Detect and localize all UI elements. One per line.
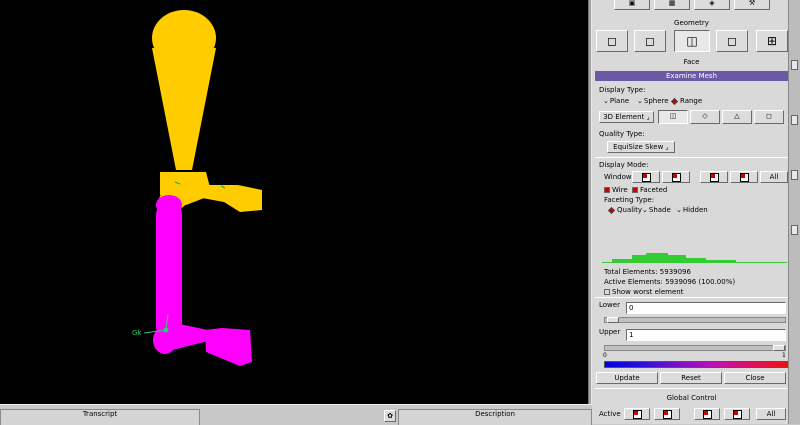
- faceted-checkbox[interactable]: Faceted: [632, 186, 667, 194]
- upper-input[interactable]: 1: [626, 329, 786, 341]
- element-type-select[interactable]: 3D Element ⌟: [599, 111, 654, 123]
- display-type-range[interactable]: Range: [670, 97, 702, 105]
- radio-selected-icon: [670, 97, 679, 105]
- description-panel-title[interactable]: Description: [398, 409, 592, 425]
- lower-part-mesh: [153, 195, 252, 366]
- wire-checkbox[interactable]: Wire: [604, 186, 628, 194]
- close-button[interactable]: Close: [724, 372, 786, 384]
- display-type-plane[interactable]: ⌄Plane: [603, 97, 629, 105]
- panel-scrollbar[interactable]: [788, 0, 800, 424]
- active-label: Active: [599, 410, 621, 418]
- reset-button[interactable]: Reset: [660, 372, 722, 384]
- tools-icon[interactable]: ⚒: [734, 0, 770, 10]
- quality-color-scale: [604, 361, 788, 368]
- face-header: Face: [683, 58, 700, 66]
- transcript-panel-title[interactable]: Transcript: [0, 409, 200, 425]
- lower-slider[interactable]: [604, 317, 786, 323]
- global-window-1-button[interactable]: [624, 408, 650, 420]
- bottom-bar: Transcript ✿ Description: [0, 404, 592, 425]
- mesh-tool-icon[interactable]: ▣: [614, 0, 650, 10]
- scroll-marker[interactable]: [791, 170, 798, 180]
- wedge-element-icon[interactable]: ◻: [754, 110, 784, 124]
- global-window-3-button[interactable]: [694, 408, 720, 420]
- volume-cube-icon[interactable]: ◻: [716, 30, 748, 52]
- checkbox-checked-icon: [632, 187, 638, 193]
- lower-label: Lower: [599, 301, 620, 309]
- window-3-button[interactable]: [700, 171, 728, 183]
- slider-thumb[interactable]: [607, 317, 619, 323]
- checkbox-checked-icon: [604, 187, 610, 193]
- scale-min-label: 0: [603, 352, 607, 359]
- radio-selected-icon: [607, 206, 616, 214]
- display-type-sphere[interactable]: ⌄Sphere: [637, 97, 669, 105]
- global-control-header: Global Control: [666, 394, 717, 402]
- scale-max-label: 1: [782, 352, 786, 359]
- divider: [595, 157, 788, 158]
- scroll-marker[interactable]: [791, 60, 798, 70]
- chevron-down-icon: ⌄: [637, 97, 643, 105]
- show-worst-checkbox[interactable]: Show worst element: [604, 288, 683, 296]
- display-type-label: Display Type:: [599, 86, 646, 94]
- edge-cube-icon[interactable]: ◻: [634, 30, 666, 52]
- window-2-button[interactable]: [662, 171, 690, 183]
- face-cube-icon[interactable]: ◫: [674, 30, 710, 52]
- chevron-down-icon: ⌄: [676, 206, 682, 214]
- checkbox-unchecked-icon: [604, 289, 610, 295]
- upper-slider[interactable]: [604, 345, 786, 351]
- upper-part-mesh: [152, 10, 262, 212]
- display-mode-label: Display Mode:: [599, 161, 649, 169]
- chevron-down-icon: ⌄: [642, 206, 648, 214]
- window-4-button[interactable]: [730, 171, 758, 183]
- examine-mesh-title: Examine Mesh: [595, 71, 788, 81]
- global-window-4-button[interactable]: [724, 408, 750, 420]
- windows-label: Windows: [604, 173, 636, 181]
- slider-thumb[interactable]: [773, 345, 785, 351]
- group-cube-icon[interactable]: ⊞: [756, 30, 788, 52]
- faceting-quality[interactable]: Quality: [607, 206, 642, 214]
- global-all-button[interactable]: All: [756, 408, 786, 420]
- vertex-cube-icon[interactable]: ◻: [596, 30, 628, 52]
- faceting-shade[interactable]: ⌄Shade: [642, 206, 671, 214]
- upper-label: Upper: [599, 328, 621, 336]
- update-button[interactable]: Update: [596, 372, 658, 384]
- graphics-viewport[interactable]: Gk: [0, 0, 588, 404]
- active-elements: Active Elements: 5939096 (100.00%): [604, 278, 736, 286]
- quality-type-label: Quality Type:: [599, 130, 645, 138]
- grid-tool-icon[interactable]: ▦: [654, 0, 690, 10]
- control-panel: ▣ ▦ ◈ ⚒ Geometry ◻ ◻ ◫ ◻ ⊞ Face Examine …: [592, 0, 800, 424]
- global-window-2-button[interactable]: [654, 408, 680, 420]
- window-1-button[interactable]: [632, 171, 660, 183]
- pyramid-element-icon[interactable]: △: [722, 110, 752, 124]
- faceting-type-label: Faceting Type:: [604, 196, 655, 204]
- scroll-marker[interactable]: [791, 115, 798, 125]
- chevron-down-icon: ⌄: [603, 97, 609, 105]
- divider: [595, 388, 788, 389]
- lower-input[interactable]: 0: [626, 302, 786, 314]
- gear-icon[interactable]: ✿: [384, 410, 396, 422]
- quality-type-select[interactable]: EquiSize Skew ⌟: [607, 141, 675, 153]
- total-elements: Total Elements: 5939096: [604, 268, 691, 276]
- hexa-element-icon[interactable]: ◫: [658, 110, 688, 124]
- tetra-element-icon[interactable]: ◇: [690, 110, 720, 124]
- faceting-hidden[interactable]: ⌄Hidden: [676, 206, 708, 214]
- geometry-header: Geometry: [674, 19, 709, 27]
- axis-label: Gk: [132, 329, 142, 337]
- mesh-model: Gk: [132, 10, 262, 366]
- quality-histogram: [602, 253, 787, 263]
- cube-tool-icon[interactable]: ◈: [694, 0, 730, 10]
- divider: [595, 297, 788, 298]
- scroll-marker[interactable]: [791, 225, 798, 235]
- windows-all-button[interactable]: All: [760, 171, 788, 183]
